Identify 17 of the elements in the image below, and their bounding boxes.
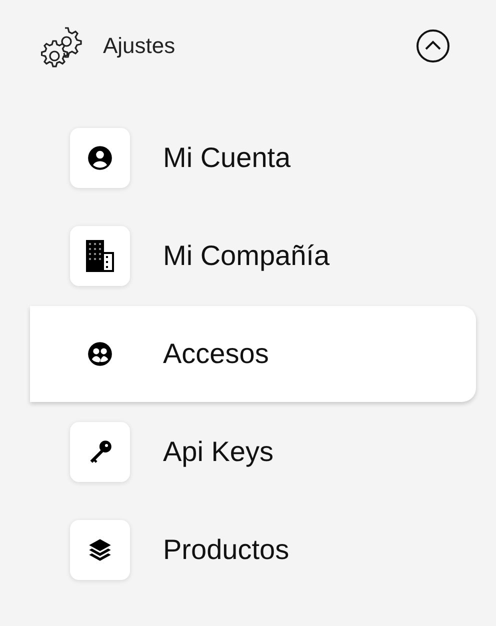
menu-label: Mi Cuenta bbox=[163, 142, 291, 174]
settings-icon bbox=[39, 24, 83, 68]
group-icon bbox=[87, 341, 113, 367]
collapse-icon[interactable] bbox=[416, 29, 450, 63]
user-icon bbox=[87, 145, 113, 171]
menu-item[interactable]: Api Keys bbox=[30, 404, 476, 500]
building-icon bbox=[86, 240, 114, 272]
menu-item[interactable]: Productos bbox=[30, 502, 476, 598]
layers-icon bbox=[87, 537, 113, 563]
menu-label: Api Keys bbox=[163, 436, 274, 468]
section-title: Ajustes bbox=[103, 33, 176, 59]
menu-item[interactable]: Mi Cuenta bbox=[30, 110, 476, 206]
menu-item[interactable]: Mi Compañía bbox=[30, 208, 476, 304]
menu-label: Productos bbox=[163, 534, 290, 566]
menu-label: Mi Compañía bbox=[163, 240, 330, 272]
menu-item[interactable]: Accesos bbox=[30, 306, 476, 402]
menu-label: Accesos bbox=[163, 338, 269, 370]
